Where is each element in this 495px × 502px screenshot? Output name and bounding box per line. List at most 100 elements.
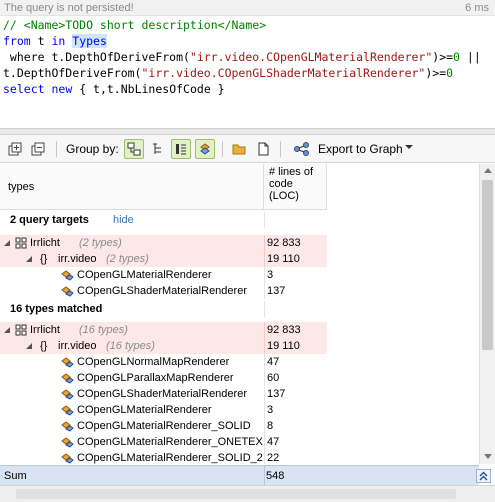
code-operator: )>= [425, 66, 447, 80]
group-by-assembly-button[interactable] [124, 139, 144, 159]
panel-splitter[interactable] [0, 128, 495, 135]
row-name: COpenGLParallaxMapRenderer [77, 372, 234, 384]
name-cell: COpenGLMaterialRenderer [0, 402, 264, 418]
folder-button[interactable] [229, 139, 249, 159]
results-toolbar: Group by: Export to Graph [0, 135, 495, 163]
code-operator-or: || [459, 50, 481, 64]
sum-row: Sum 548 [0, 465, 479, 486]
table-row[interactable]: COpenGLParallaxMapRenderer 60 [0, 370, 327, 386]
table-row[interactable]: {} irr.video (2 types) 19 110 [0, 251, 327, 267]
name-cell: COpenGLMaterialRenderer_SOLID_2 [0, 450, 264, 464]
section-header-query-targets: 2 query targets hide [0, 212, 327, 228]
table-row[interactable]: Irrlicht (2 types) 92 833 [0, 235, 327, 251]
assembly-icon [15, 237, 27, 249]
expand-all-button[interactable] [5, 139, 25, 159]
query-editor[interactable]: // <Name>TODO short description</Name> fr… [0, 16, 495, 128]
namespace-tree-icon [153, 143, 161, 154]
group-by-type-button[interactable] [171, 139, 191, 159]
keyword-new: new [51, 82, 73, 96]
hide-link[interactable]: hide [113, 212, 134, 228]
table-row[interactable]: COpenGLShaderMaterialRenderer 137 [0, 283, 327, 299]
horizontal-scroll-thumb[interactable] [16, 489, 456, 499]
table-row[interactable]: COpenGLShaderMaterialRenderer 137 [0, 386, 327, 402]
expand-arrow-icon[interactable] [4, 327, 10, 333]
column-header-types[interactable]: types [0, 164, 264, 210]
name-cell: COpenGLShaderMaterialRenderer [0, 386, 264, 402]
table-row[interactable]: COpenGLMaterialRenderer_SOLID_2 22 [0, 450, 327, 464]
table-row[interactable]: COpenGLMaterialRenderer 3 [0, 267, 327, 283]
collapse-all-button[interactable] [28, 139, 48, 159]
double-chevron-up-icon [479, 471, 488, 481]
document-button[interactable] [253, 139, 273, 159]
table-row[interactable]: COpenGLMaterialRenderer_SOLID 8 [0, 418, 327, 434]
assembly-tree-icon [127, 142, 141, 156]
document-icon [258, 142, 269, 156]
row-loc: 92 833 [264, 235, 327, 251]
name-cell: COpenGLMaterialRenderer_SOLID [0, 418, 264, 434]
class-icon [61, 357, 74, 368]
name-cell: COpenGLShaderMaterialRenderer [0, 283, 264, 299]
export-to-graph-button[interactable]: Export to Graph [318, 142, 403, 156]
table-row[interactable]: COpenGLMaterialRenderer 3 [0, 402, 327, 418]
row-name: Irrlicht [30, 324, 60, 336]
code-selected-types: Types [72, 34, 107, 48]
row-loc: 92 833 [264, 322, 327, 338]
section-title-cell: 16 types matched [0, 301, 264, 317]
row-name: COpenGLMaterialRenderer [77, 269, 212, 281]
code-comment: // <Name>TODO short description</Name> [3, 18, 267, 32]
name-cell: {} irr.video (16 types) [0, 338, 264, 354]
export-graph-icon-button[interactable] [292, 139, 312, 159]
code-line-1: // <Name>TODO short description</Name> [3, 17, 495, 33]
column-header-loc-label: # lines of code (LOC) [269, 166, 314, 202]
group-by-member-button[interactable] [195, 139, 215, 159]
table-row[interactable]: {} irr.video (16 types) 19 110 [0, 338, 327, 354]
collapse-panel-button[interactable] [476, 469, 491, 483]
keyword-in: in [51, 34, 66, 48]
row-loc: 47 [264, 354, 327, 370]
code-line-2: from t in Types [3, 33, 495, 49]
code-text: { t,t.NbLinesOfCode } [72, 82, 225, 96]
table-row[interactable]: COpenGLMaterialRenderer_ONETEX 47 [0, 434, 327, 450]
code-number: 0 [453, 50, 460, 64]
scroll-down-arrow-icon[interactable] [484, 454, 492, 459]
column-header-loc[interactable]: # lines of code (LOC) [264, 164, 327, 210]
section-title: 16 types matched [10, 303, 103, 315]
query-status-message: The query is not persisted! [4, 2, 134, 14]
row-loc: 137 [264, 386, 327, 402]
vertical-scrollbar[interactable] [479, 164, 495, 464]
folder-icon [232, 144, 246, 155]
row-loc: 3 [264, 267, 327, 283]
code-line-4: t.DepthOfDeriveFrom("irr.video.COpenGLSh… [3, 65, 495, 81]
sum-label: Sum [4, 470, 27, 482]
section-value-cell [264, 212, 327, 228]
scroll-up-arrow-icon[interactable] [484, 168, 492, 173]
keyword-select: select [3, 82, 45, 96]
row-loc: 60 [264, 370, 327, 386]
expand-arrow-icon[interactable] [26, 343, 32, 349]
vertical-scroll-thumb[interactable] [482, 180, 493, 350]
code-text: where t.DepthOfDeriveFrom( [3, 50, 190, 64]
dropdown-arrow-icon[interactable] [405, 145, 413, 149]
table-row[interactable]: COpenGLNormalMapRenderer 47 [0, 354, 327, 370]
horizontal-scrollbar[interactable] [0, 485, 495, 502]
namespace-icon: {} [40, 340, 48, 352]
results-grid: types # lines of code (LOC) 2 query targ… [0, 164, 479, 464]
expand-arrow-icon[interactable] [4, 240, 10, 246]
row-loc: 22 [264, 450, 327, 464]
sum-value: 548 [266, 470, 285, 482]
expand-arrow-icon[interactable] [26, 256, 32, 262]
group-by-namespace-button[interactable] [148, 139, 168, 159]
section-title-cell: 2 query targets hide [0, 212, 264, 228]
code-string: "irr.video.COpenGLShaderMaterialRenderer… [141, 66, 426, 80]
row-name: COpenGLMaterialRenderer [77, 404, 212, 416]
class-icon [61, 286, 74, 297]
row-name: COpenGLMaterialRenderer_SOLID [77, 420, 251, 432]
namespace-icon: {} [40, 253, 48, 265]
member-class-icon [200, 143, 210, 155]
type-list-icon [176, 144, 186, 155]
name-cell: {} irr.video (2 types) [0, 251, 264, 267]
row-subcount: (2 types) [79, 237, 122, 249]
table-row[interactable]: Irrlicht (16 types) 92 833 [0, 322, 327, 338]
row-name: COpenGLMaterialRenderer_SOLID_2 [77, 452, 263, 464]
class-icon [61, 453, 74, 464]
